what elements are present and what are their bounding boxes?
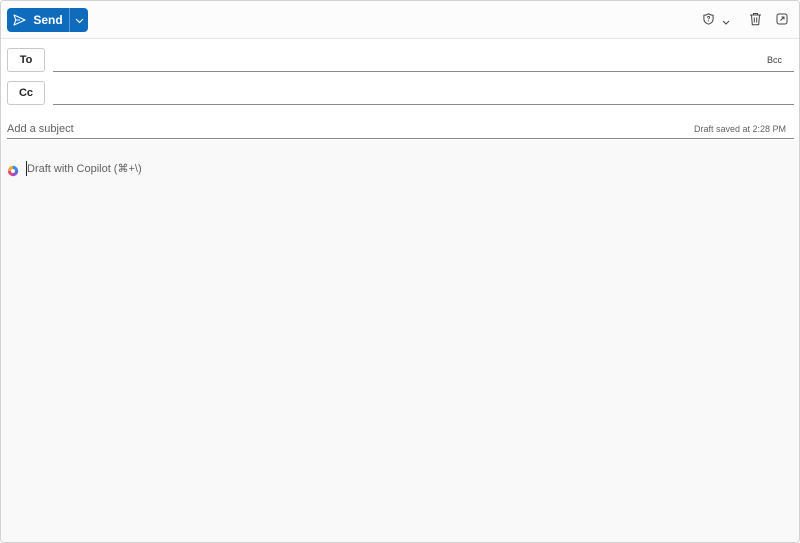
send-icon [13,14,26,26]
send-options-button[interactable] [69,8,88,32]
draft-saved-status: Draft saved at 2:28 PM [693,124,786,134]
cc-field-underline [53,104,794,105]
copilot-hint: Draft with Copilot (⌘+\) [27,163,142,175]
compose-window: Send To Bcc Cc Add a subject Draft saved… [0,0,800,543]
send-label: Send [33,13,63,27]
discard-button[interactable] [749,12,762,31]
to-field-underline [53,71,794,72]
chevron-down-icon [722,12,730,30]
compose-toolbar: Send [1,1,799,39]
subject-input[interactable] [7,120,607,138]
copilot-icon[interactable] [7,164,19,182]
open-in-new-window-icon [776,12,788,30]
cc-button[interactable]: Cc [7,81,45,105]
trash-icon [749,12,762,31]
to-label: To [19,54,33,66]
chevron-down-icon [75,11,84,29]
to-field[interactable] [53,46,753,70]
to-button[interactable]: To [7,48,45,72]
cc-label: Cc [18,87,34,99]
sensitivity-button[interactable] [703,12,730,30]
subject-underline [7,138,794,139]
cc-field[interactable] [53,79,753,103]
send-button[interactable]: Send [7,8,69,32]
message-body[interactable]: Draft with Copilot (⌘+\) [2,140,799,542]
bcc-link[interactable]: Bcc [767,55,782,65]
pop-out-button[interactable] [776,12,788,30]
send-button-group: Send [7,8,88,32]
shield-icon [703,12,714,30]
